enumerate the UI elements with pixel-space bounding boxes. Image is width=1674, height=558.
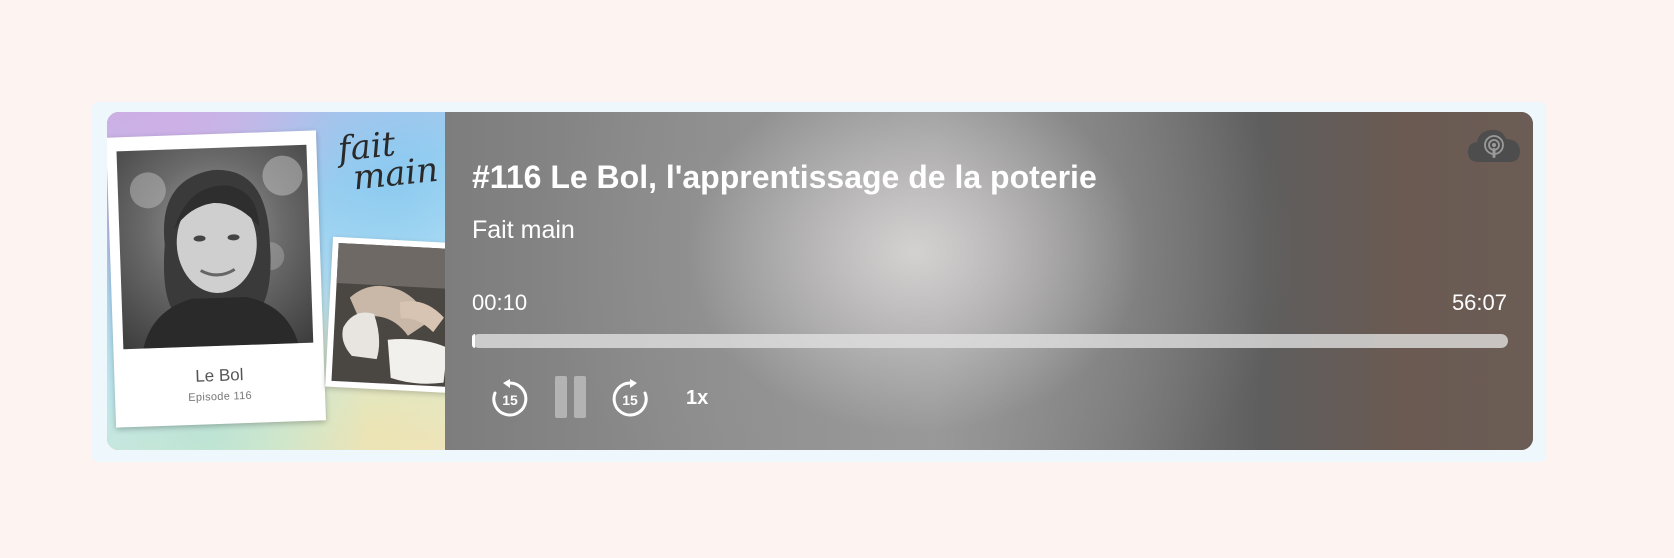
polaroid-episode: Episode 116: [188, 389, 253, 405]
podcast-player: Le Bol Episode 116 fait main #116 Le Bol…: [107, 112, 1533, 450]
forward-15-button[interactable]: 15: [610, 379, 650, 419]
rewind-seconds: 15: [502, 392, 518, 408]
progress-fill: [472, 334, 476, 348]
podcast-cloud-icon[interactable]: [1467, 126, 1521, 164]
episode-cover-art: Le Bol Episode 116 fait main: [107, 112, 445, 450]
portrait-image: [129, 155, 303, 349]
playback-speed-button[interactable]: 1x: [686, 387, 708, 410]
pause-button[interactable]: [554, 374, 588, 420]
polaroid-card: Le Bol Episode 116: [107, 130, 326, 428]
forward-seconds: 15: [622, 392, 638, 408]
episode-title: #116 Le Bol, l'apprentissage de la poter…: [472, 159, 1097, 195]
portrait-photo: [116, 144, 314, 350]
progress-bar[interactable]: [472, 334, 1508, 348]
forward-15-icon: 15: [612, 379, 648, 417]
pause-icon: [555, 376, 586, 418]
show-name[interactable]: Fait main: [472, 216, 575, 245]
current-time: 00:10: [472, 290, 528, 315]
rewind-15-icon: 15: [492, 379, 528, 417]
pottery-hands-image: [331, 243, 445, 387]
total-duration: 56:07: [1451, 290, 1507, 315]
show-logo: fait main: [331, 124, 444, 225]
pottery-photo: [325, 236, 445, 394]
rewind-15-button[interactable]: 15: [490, 379, 530, 419]
polaroid-name: Le Bol: [194, 365, 244, 386]
episode-info-panel: #116 Le Bol, l'apprentissage de la poter…: [445, 112, 1533, 450]
